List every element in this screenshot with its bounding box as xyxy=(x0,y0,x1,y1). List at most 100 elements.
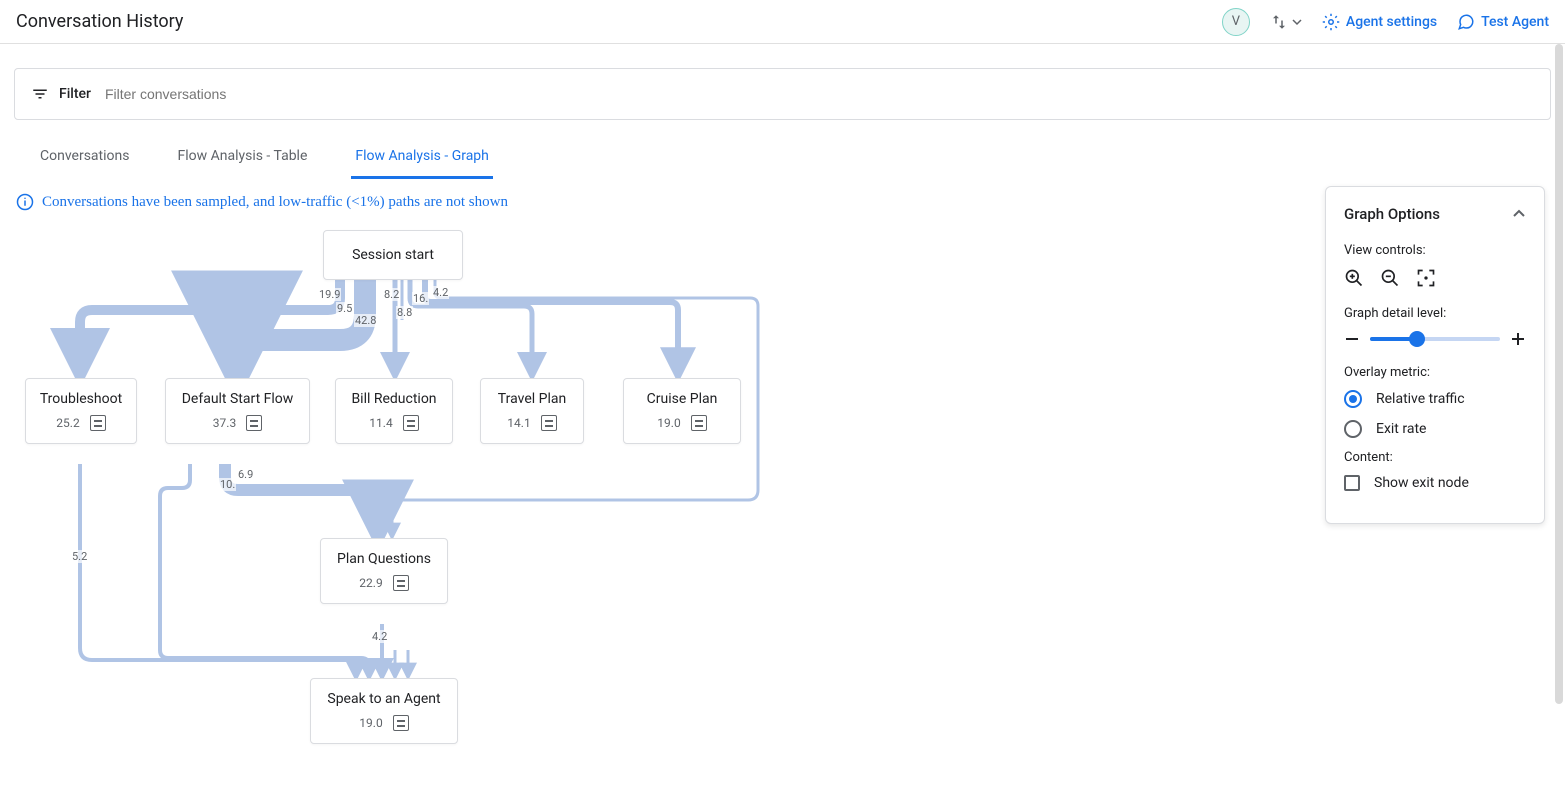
node-meta: 25.2 xyxy=(56,415,105,431)
tab-flow-graph[interactable]: Flow Analysis - Graph xyxy=(351,138,493,179)
edge-label: 8.8 xyxy=(396,306,413,319)
list-icon[interactable] xyxy=(246,415,262,431)
edge-label: 5.2 xyxy=(71,550,88,563)
view-controls xyxy=(1344,268,1526,288)
checkbox-label: Show exit node xyxy=(1374,475,1469,491)
node-title: Session start xyxy=(352,247,434,263)
options-title: Graph Options xyxy=(1344,205,1440,223)
node-value: 11.4 xyxy=(369,416,392,430)
agent-settings-label: Agent settings xyxy=(1346,14,1437,30)
avatar[interactable]: V xyxy=(1222,8,1250,36)
list-icon[interactable] xyxy=(90,415,106,431)
dropdown-caret-icon xyxy=(1292,17,1302,27)
filter-icon xyxy=(31,85,49,103)
radio-icon xyxy=(1344,420,1362,438)
filter-label: Filter xyxy=(31,85,91,103)
node-session-start[interactable]: Session start xyxy=(323,230,463,280)
node-title: Cruise Plan xyxy=(647,391,718,407)
edge-label: 19.9 xyxy=(318,288,341,301)
node-meta: 37.3 xyxy=(213,415,262,431)
node-troubleshoot[interactable]: Troubleshoot 25.2 xyxy=(25,378,137,444)
node-title: Bill Reduction xyxy=(351,391,436,407)
node-meta: 14.1 xyxy=(507,415,556,431)
radio-label: Exit rate xyxy=(1376,421,1426,437)
node-value: 37.3 xyxy=(213,416,236,430)
chevron-up-icon[interactable] xyxy=(1512,207,1526,221)
node-value: 19.0 xyxy=(359,716,382,730)
tab-flow-table[interactable]: Flow Analysis - Table xyxy=(173,138,311,179)
node-title: Plan Questions xyxy=(337,551,431,567)
scrollbar[interactable] xyxy=(1555,44,1563,798)
detail-slider[interactable] xyxy=(1370,337,1500,341)
edge-label: 4.2 xyxy=(432,286,449,299)
test-agent-link[interactable]: Test Agent xyxy=(1457,13,1549,31)
node-value: 14.1 xyxy=(507,416,530,430)
list-icon[interactable] xyxy=(393,715,409,731)
fit-screen-icon[interactable] xyxy=(1416,268,1436,288)
checkbox-icon xyxy=(1344,475,1360,491)
slider-thumb[interactable] xyxy=(1409,331,1425,347)
plus-icon[interactable] xyxy=(1510,331,1526,347)
node-plan-questions[interactable]: Plan Questions 22.9 xyxy=(320,538,448,604)
radio-relative-traffic[interactable]: Relative traffic xyxy=(1344,390,1526,408)
node-travel-plan[interactable]: Travel Plan 14.1 xyxy=(480,378,584,444)
node-value: 22.9 xyxy=(359,576,382,590)
view-controls-label: View controls: xyxy=(1344,243,1526,258)
edge-label: 4.2 xyxy=(371,630,388,643)
radio-exit-rate[interactable]: Exit rate xyxy=(1344,420,1526,438)
edges-layer xyxy=(0,210,1280,798)
minus-icon[interactable] xyxy=(1344,331,1360,347)
test-agent-label: Test Agent xyxy=(1481,14,1549,30)
info-text: Conversations have been sampled, and low… xyxy=(42,194,508,211)
list-icon[interactable] xyxy=(403,415,419,431)
info-banner: Conversations have been sampled, and low… xyxy=(16,193,1551,211)
node-title: Default Start Flow xyxy=(182,391,294,407)
filter-input[interactable] xyxy=(105,86,1534,102)
node-default-start-flow[interactable]: Default Start Flow 37.3 xyxy=(165,378,310,444)
content-label: Content: xyxy=(1344,450,1526,465)
node-meta: 19.0 xyxy=(359,715,408,731)
scrollbar-thumb[interactable] xyxy=(1555,44,1563,704)
edge-label: 42.8 xyxy=(354,314,377,327)
filter-bar[interactable]: Filter xyxy=(14,68,1551,120)
zoom-out-icon[interactable] xyxy=(1380,268,1400,288)
edge-label: 16. xyxy=(412,292,429,305)
edge-label: 6.9 xyxy=(237,468,254,481)
zoom-in-icon[interactable] xyxy=(1344,268,1364,288)
node-value: 19.0 xyxy=(657,416,680,430)
detail-slider-row xyxy=(1344,331,1526,347)
edge-label: 8.2 xyxy=(383,288,400,301)
publish-dropdown[interactable] xyxy=(1270,13,1302,31)
node-speak-to-agent[interactable]: Speak to an Agent 19.0 xyxy=(310,678,458,744)
graph-options-panel: Graph Options View controls: Graph detai… xyxy=(1325,186,1545,524)
edge-label: 10. xyxy=(219,478,236,491)
chat-icon xyxy=(1457,13,1475,31)
flow-graph-canvas[interactable]: Session start Troubleshoot 25.2 Default … xyxy=(0,210,1280,798)
tab-conversations[interactable]: Conversations xyxy=(36,138,133,179)
node-cruise-plan[interactable]: Cruise Plan 19.0 xyxy=(623,378,741,444)
overlay-metric-label: Overlay metric: xyxy=(1344,365,1526,380)
node-value: 25.2 xyxy=(56,416,79,430)
radio-label: Relative traffic xyxy=(1376,391,1465,407)
node-title: Travel Plan xyxy=(498,391,566,407)
agent-settings-link[interactable]: Agent settings xyxy=(1322,13,1437,31)
node-meta: 11.4 xyxy=(369,415,418,431)
node-meta: 19.0 xyxy=(657,415,706,431)
page-title: Conversation History xyxy=(16,11,183,32)
node-title: Speak to an Agent xyxy=(327,691,440,707)
gear-icon xyxy=(1322,13,1340,31)
radio-icon xyxy=(1344,390,1362,408)
header-actions: V Agent settings Test Agent xyxy=(1222,8,1549,36)
options-header[interactable]: Graph Options xyxy=(1344,205,1526,223)
node-bill-reduction[interactable]: Bill Reduction 11.4 xyxy=(335,378,453,444)
list-icon[interactable] xyxy=(691,415,707,431)
node-title: Troubleshoot xyxy=(40,391,122,407)
tabs: Conversations Flow Analysis - Table Flow… xyxy=(36,138,1551,179)
list-icon[interactable] xyxy=(393,575,409,591)
list-icon[interactable] xyxy=(541,415,557,431)
info-icon xyxy=(16,193,34,211)
swap-vert-icon xyxy=(1270,13,1288,31)
checkbox-show-exit-node[interactable]: Show exit node xyxy=(1344,475,1526,491)
app-header: Conversation History V Agent settings Te… xyxy=(0,0,1565,44)
edge-label: 9.5 xyxy=(336,302,353,315)
